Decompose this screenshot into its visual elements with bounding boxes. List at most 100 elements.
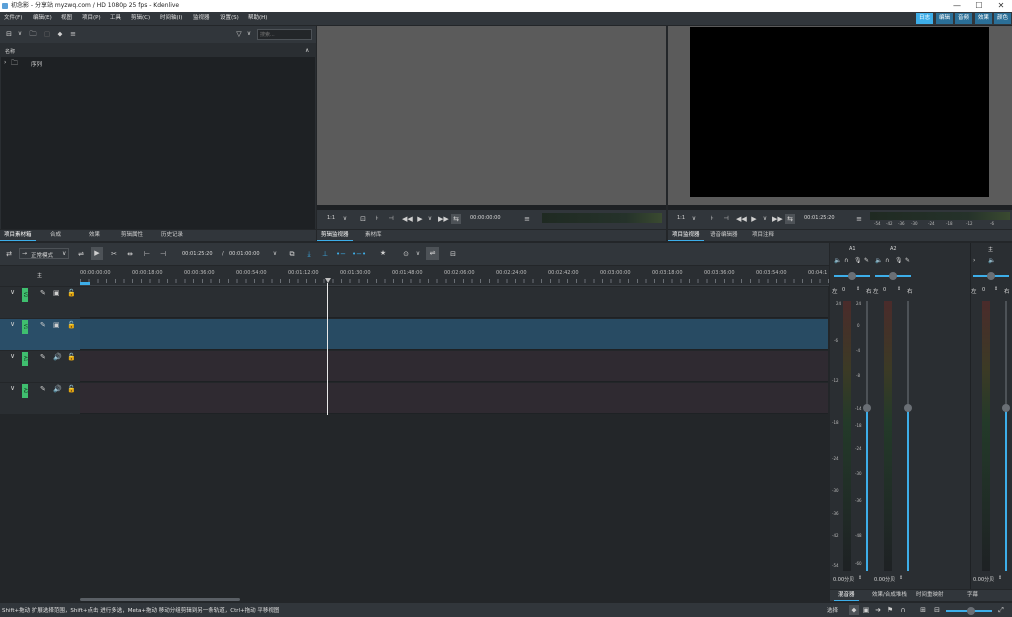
fader-handle[interactable] [904,404,912,412]
extract-icon[interactable]: •− [336,249,346,259]
collapse-icon[interactable]: ∨ [10,352,15,360]
close-icon[interactable]: ✕ [990,0,1012,12]
lock-icon[interactable]: 🔓 [67,353,76,361]
speaker-icon[interactable]: 🔊 [53,385,62,393]
insert-icon[interactable]: ⧉ [287,249,297,259]
mic-icon[interactable]: 🎙 [854,257,862,264]
slip-tool-icon[interactable]: ⊢ [142,249,152,259]
spin-icon[interactable]: ⇕ [998,575,1002,581]
ripple-tool-icon[interactable]: ⊣ [158,249,168,259]
rewind-icon[interactable]: ◀◀ [736,214,747,224]
volume-db-value[interactable]: 0.00分贝 [833,576,854,583]
set-in-icon[interactable]: ⊦ [708,214,716,224]
pan-value[interactable]: 0 [883,287,886,293]
lock-icon[interactable]: 🔓 [67,289,76,297]
workspace-editing[interactable]: 编辑 [936,13,954,24]
spacer-tool-icon[interactable]: ⇹ [125,249,135,259]
search-input[interactable] [257,29,312,40]
lock-icon[interactable]: 🔓 [67,321,76,329]
set-out-icon[interactable]: ⊣ [722,214,730,224]
loop-icon[interactable]: ⇆ [451,214,461,224]
zoom-label[interactable]: 1:1 [327,215,335,221]
menu-clip[interactable]: 剪辑(C) [131,12,150,25]
tab-effect-stack[interactable]: 效果/合成堆栈 [868,590,911,601]
forward-icon[interactable]: ▶▶ [772,214,783,224]
spin-icon[interactable]: ⇕ [899,575,903,581]
minimize-icon[interactable]: — [946,0,968,12]
track-tag[interactable]: V1 [22,320,28,334]
menu-tools[interactable]: 工具 [110,12,121,25]
pan-value[interactable]: 0 [842,287,845,293]
delete-icon[interactable]: ▢ [42,29,52,39]
film-icon[interactable]: ▣ [53,289,60,297]
chevron-up-icon[interactable]: ∧ [305,47,309,54]
record-icon[interactable]: ✎ [905,257,910,264]
collapse-icon[interactable]: ∨ [10,320,15,328]
subtitle-icon[interactable]: ⊟ [448,249,458,259]
fader-handle[interactable] [1002,404,1010,412]
mute-icon[interactable]: 🔈 [875,257,882,264]
tab-project-notes[interactable]: 项目注释 [748,230,778,241]
tab-project-monitor[interactable]: 项目监视器 [668,230,704,241]
razor-tool-icon[interactable]: ✂ [109,249,119,259]
spin-icon[interactable]: ⇕ [897,286,901,292]
lift-icon[interactable]: ⊥ [320,249,330,259]
spin-icon[interactable]: ⇕ [858,575,862,581]
rewind-icon[interactable]: ◀◀ [402,214,413,224]
chevron-down-icon[interactable]: ∨ [426,214,434,224]
tag-icon[interactable]: ⬥ [55,29,65,39]
play-icon[interactable]: ▶ [750,214,758,224]
lock-icon[interactable]: 🔓 [67,385,76,393]
track-tag[interactable]: V2 [22,288,28,302]
tab-clip-properties[interactable]: 剪辑属性 [117,230,147,241]
film-icon[interactable]: ▣ [861,605,871,615]
chevron-down-icon[interactable]: ∨ [690,214,698,224]
chevron-down-icon[interactable]: ∨ [271,249,279,259]
chevron-down-icon[interactable]: ∨ [16,29,24,39]
clip-timecode[interactable]: 00:00:00:00 [470,215,501,221]
add-marker-icon[interactable]: ⊙ [401,249,411,259]
timeline-ruler[interactable]: 00:00:00:00 00:00:18:00 00:00:36:00 00:0… [80,266,829,286]
menu-view[interactable]: 视图 [61,12,72,25]
menu-icon[interactable]: ≡ [854,214,864,224]
track-tag[interactable]: A2 [22,384,28,398]
forward-icon[interactable]: ▶▶ [438,214,449,224]
workspace-color[interactable]: 颜色 [994,13,1012,24]
favorite-star-icon[interactable]: ★ [378,248,388,258]
project-timecode[interactable]: 00:01:25:20 [804,215,835,221]
zoom-handle[interactable] [967,607,975,615]
workspace-logging[interactable]: 日志 [916,13,934,24]
tab-compositions[interactable]: 合成 [46,230,65,241]
folder-icon[interactable]: 🗀 [28,29,38,39]
zoom-fit-icon[interactable]: ⊞ [918,605,928,615]
menu-icon[interactable]: ≡ [68,29,78,39]
chevron-right-icon[interactable]: › [4,59,6,66]
set-in-icon[interactable]: ⊦ [373,214,381,224]
volume-db-value[interactable]: 0.00分贝 [973,576,994,583]
snap-icon[interactable]: ⇌ [426,247,439,260]
mute-icon[interactable]: 🔈 [834,257,841,264]
menu-monitor[interactable]: 监视器 [193,12,210,25]
menu-file[interactable]: 文件(F) [4,12,22,25]
menu-settings[interactable]: 设置(S) [220,12,239,25]
timeline-position[interactable]: 00:01:25:20 [182,251,213,257]
arrow-icon[interactable]: ➜ [873,605,883,615]
pan-handle[interactable] [889,272,897,280]
add-clip-icon[interactable]: ⊟ [4,29,14,39]
expand-icon[interactable]: › [973,257,975,264]
tab-project-bin[interactable]: 项目素材箱 [0,230,36,241]
headphones-icon[interactable]: ∩ [844,257,848,264]
track-tag[interactable]: A1 [22,352,28,366]
tab-time-remap[interactable]: 时间重映射 [912,590,948,601]
tab-speech-editor[interactable]: 语音编辑器 [706,230,742,241]
flag-icon[interactable]: ⚑ [885,605,895,615]
spin-icon[interactable]: ⇕ [856,286,860,292]
track-v1[interactable]: ∨ V1 ✎ ▣ 🔓 [0,319,828,350]
filter-icon[interactable]: ▽ [234,29,244,39]
workspace-effects[interactable]: 效果 [975,13,993,24]
menu-project[interactable]: 项目(P) [82,12,101,25]
pan-handle[interactable] [987,272,995,280]
column-name[interactable]: 名称 [5,48,15,55]
collapse-icon[interactable]: ∨ [10,384,15,392]
list-item[interactable]: › 🗀 序列 [1,59,121,69]
